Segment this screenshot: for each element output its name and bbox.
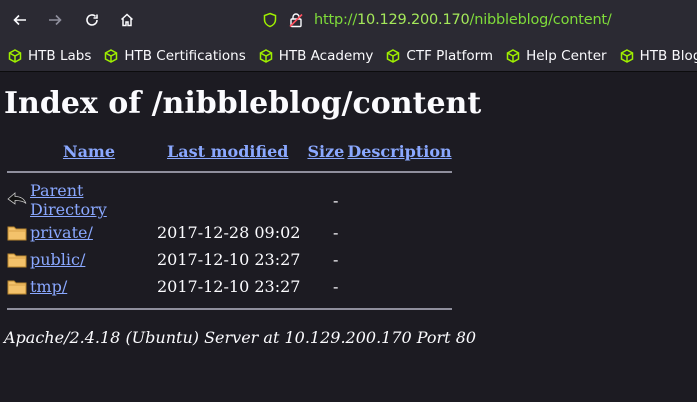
bookmark-help-center[interactable]: Help Center xyxy=(506,48,607,64)
divider xyxy=(7,308,452,310)
url-scheme: http:// xyxy=(314,12,358,28)
size-cell: - xyxy=(332,223,339,242)
htb-cube-icon xyxy=(105,48,118,63)
htb-cube-icon xyxy=(387,48,400,63)
table-header-row: Name Last modified Size Description xyxy=(7,139,452,163)
bookmark-label: HTB Academy xyxy=(278,47,374,64)
bookmark-ctf-platform[interactable]: CTF Platform xyxy=(386,48,493,64)
size-cell: - xyxy=(332,277,339,296)
bookmark-label: CTF Platform xyxy=(406,47,494,64)
sort-by-size-link[interactable]: Size xyxy=(307,142,344,161)
server-signature: Apache/2.4.18 (Ubuntu) Server at 10.129.… xyxy=(4,328,477,347)
size-cell: - xyxy=(332,250,339,269)
sort-by-modified-link[interactable]: Last modified xyxy=(167,142,288,161)
modified-cell: 2017-12-10 23:27 xyxy=(157,277,301,296)
sort-by-description-link[interactable]: Description xyxy=(347,142,451,161)
home-button[interactable] xyxy=(113,6,141,34)
folder-icon xyxy=(7,280,27,295)
bookmarks-bar: HTB Labs HTB Certifications HTB Academy … xyxy=(0,40,697,72)
htb-cube-icon xyxy=(506,48,520,63)
shield-icon[interactable] xyxy=(262,12,278,28)
bookmark-label: Help Center xyxy=(526,47,607,64)
forward-button[interactable] xyxy=(41,6,69,34)
modified-cell: 2017-12-10 23:27 xyxy=(157,250,301,269)
table-row: public/ 2017-12-10 23:27 - xyxy=(7,246,452,273)
table-row: Parent Directory - xyxy=(7,181,452,219)
bookmark-htb-labs[interactable]: HTB Labs xyxy=(8,48,91,64)
back-button[interactable] xyxy=(6,6,34,34)
back-arrow-icon xyxy=(7,192,27,206)
bookmark-htb-academy[interactable]: HTB Academy xyxy=(259,47,374,64)
url-path: /nibbleblog/content/ xyxy=(469,12,612,28)
parent-directory-link[interactable]: Parent Directory xyxy=(30,181,107,219)
folder-icon xyxy=(7,253,27,268)
divider xyxy=(7,171,452,173)
bookmark-htb-blog[interactable]: HTB Blog xyxy=(620,48,697,64)
home-icon xyxy=(120,13,134,27)
folder-link-private[interactable]: private/ xyxy=(30,223,93,242)
size-cell: - xyxy=(332,190,339,210)
url-host: 10.129.200.170 xyxy=(357,12,470,28)
table-row: tmp/ 2017-12-10 23:27 - xyxy=(7,273,452,300)
insecure-lock-icon[interactable] xyxy=(288,12,304,28)
bookmark-htb-certifications[interactable]: HTB Certifications xyxy=(104,47,246,64)
reload-button[interactable] xyxy=(78,6,106,34)
page-title: Index of /nibbleblog/content xyxy=(4,86,482,121)
folder-icon xyxy=(7,226,27,241)
htb-cube-icon xyxy=(620,48,633,63)
arrow-left-icon xyxy=(13,14,26,26)
url-bar[interactable]: http://10.129.200.170/nibbleblog/content… xyxy=(262,4,697,36)
htb-cube-icon xyxy=(8,48,22,63)
url-text[interactable]: http://10.129.200.170/nibbleblog/content… xyxy=(314,12,612,28)
directory-listing: Name Last modified Size Description Pare… xyxy=(4,139,455,318)
htb-cube-icon xyxy=(259,48,272,63)
bookmark-label: HTB Certifications xyxy=(124,47,246,64)
browser-toolbar: http://10.129.200.170/nibbleblog/content… xyxy=(0,0,697,40)
reload-icon xyxy=(86,14,98,26)
modified-cell: 2017-12-28 09:02 xyxy=(157,223,301,242)
bookmark-label: HTB Blog xyxy=(639,47,697,64)
page-content: Index of /nibbleblog/content Name Last m… xyxy=(0,86,697,348)
arrow-right-icon xyxy=(49,14,62,26)
bookmark-label: HTB Labs xyxy=(28,47,92,64)
sort-by-name-link[interactable]: Name xyxy=(63,142,115,161)
folder-link-tmp[interactable]: tmp/ xyxy=(30,277,67,296)
table-row: private/ 2017-12-28 09:02 - xyxy=(7,219,452,246)
folder-link-public[interactable]: public/ xyxy=(30,250,85,269)
